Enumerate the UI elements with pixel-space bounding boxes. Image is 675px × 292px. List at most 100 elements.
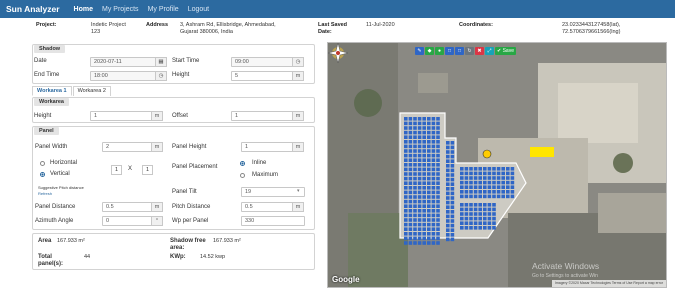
solar-panel bbox=[431, 126, 436, 130]
vertical-radio[interactable] bbox=[40, 172, 45, 177]
grid-rows-input[interactable]: 1 bbox=[142, 165, 153, 175]
pitch-distance-input[interactable]: 0.5 bbox=[241, 202, 293, 212]
solar-panel bbox=[427, 241, 431, 245]
solar-panel bbox=[427, 195, 431, 199]
tab-workarea-2[interactable]: Workarea 2 bbox=[72, 86, 111, 96]
solar-panel bbox=[413, 130, 417, 135]
solar-panel bbox=[422, 209, 426, 213]
solar-panel bbox=[483, 180, 487, 185]
solar-panel bbox=[431, 167, 436, 172]
nav-logout[interactable]: Logout bbox=[188, 6, 209, 13]
solar-panel bbox=[446, 182, 450, 186]
solar-panel bbox=[422, 204, 426, 208]
workarea-height-input[interactable]: 1 bbox=[90, 111, 152, 121]
solar-panel bbox=[417, 144, 422, 149]
solar-panel bbox=[427, 117, 431, 121]
refresh-link[interactable]: Refresh bbox=[38, 191, 52, 196]
solar-panel bbox=[417, 213, 422, 218]
clock-icon[interactable]: ◷ bbox=[292, 57, 304, 67]
edit-icon[interactable]: ✎ bbox=[415, 47, 424, 55]
solar-panel bbox=[431, 130, 436, 135]
panel-distance-input[interactable]: 0.5 bbox=[102, 202, 152, 212]
date-input[interactable]: 2020-07-11 bbox=[90, 57, 156, 67]
expand-icon[interactable]: ⤢ bbox=[485, 47, 494, 55]
nav-my-profile[interactable]: My Profile bbox=[148, 6, 179, 13]
solar-panel bbox=[473, 194, 478, 199]
inline-radio[interactable] bbox=[240, 161, 245, 166]
maximum-radio[interactable] bbox=[240, 173, 245, 178]
solar-panel bbox=[431, 158, 436, 162]
satellite-map[interactable]: ✎ ◆ ● □ □ ↻ ✖ ⤢ ✔ Save Google Imagery ©2… bbox=[327, 42, 667, 288]
solar-panel bbox=[446, 205, 450, 209]
solar-panel bbox=[487, 171, 492, 176]
solar-panel bbox=[417, 176, 422, 181]
azimuth-input[interactable]: 0 bbox=[102, 216, 152, 226]
solar-panel bbox=[404, 167, 408, 172]
solar-panel bbox=[404, 195, 408, 199]
offset-label: Offset bbox=[172, 113, 188, 119]
refresh-icon[interactable]: ↻ bbox=[465, 47, 474, 55]
solar-panel bbox=[446, 164, 450, 168]
panel-height-input[interactable]: 1 bbox=[241, 142, 293, 152]
area-label: Area bbox=[38, 238, 52, 244]
panel-width-input[interactable]: 2 bbox=[102, 142, 152, 152]
solar-panel bbox=[483, 207, 487, 212]
solar-panel bbox=[404, 186, 408, 190]
last-saved-value: 11-Jul-2020 bbox=[366, 22, 395, 28]
solar-panel bbox=[496, 167, 501, 171]
nav-my-projects[interactable]: My Projects bbox=[102, 6, 139, 13]
solar-panel bbox=[464, 190, 469, 194]
solar-panel bbox=[436, 167, 440, 172]
solar-panel bbox=[436, 190, 440, 195]
solar-panel bbox=[427, 232, 431, 236]
shadow-height-input[interactable]: 5 bbox=[231, 71, 293, 81]
solar-panel bbox=[436, 153, 440, 158]
end-time-input[interactable]: 18:00 bbox=[90, 71, 156, 81]
solar-panel bbox=[404, 126, 408, 130]
compass-icon[interactable] bbox=[328, 43, 348, 63]
horizontal-radio[interactable] bbox=[40, 161, 45, 166]
square-icon[interactable]: □ bbox=[455, 47, 464, 55]
map-attribution[interactable]: Imagery ©2020 Maxar Technologies Terms o… bbox=[551, 280, 666, 287]
solar-panel bbox=[469, 190, 473, 194]
offset-input[interactable]: 1 bbox=[231, 111, 293, 121]
dropper-icon[interactable]: ● bbox=[435, 47, 444, 55]
fill-icon[interactable]: ◆ bbox=[425, 47, 434, 55]
solar-panel bbox=[469, 207, 473, 212]
grid-cols-input[interactable]: 1 bbox=[111, 165, 122, 175]
delete-icon[interactable]: ✖ bbox=[475, 47, 484, 55]
solar-panel bbox=[510, 180, 515, 185]
nav-home[interactable]: Home bbox=[74, 6, 93, 13]
solar-panel bbox=[492, 180, 496, 185]
solar-panel bbox=[469, 194, 473, 199]
solar-panel bbox=[450, 223, 455, 228]
solar-panel bbox=[427, 213, 431, 218]
save-button[interactable]: ✔ Save bbox=[495, 47, 516, 55]
panel-distance-unit: m bbox=[151, 202, 163, 212]
solar-panel bbox=[483, 185, 487, 189]
solar-panel bbox=[446, 145, 450, 150]
inline-label: Inline bbox=[252, 160, 267, 166]
square-icon[interactable]: □ bbox=[445, 47, 454, 55]
solar-panel bbox=[427, 140, 431, 144]
clock-icon[interactable]: ◷ bbox=[155, 71, 167, 81]
tilt-select[interactable]: 19 bbox=[241, 187, 305, 197]
start-time-input[interactable]: 09:00 bbox=[231, 57, 293, 67]
solar-panel bbox=[464, 207, 469, 212]
chevron-down-icon[interactable]: ▾ bbox=[297, 188, 300, 194]
solar-panel bbox=[492, 212, 496, 216]
calendar-icon[interactable]: ▦ bbox=[155, 57, 167, 67]
solar-panel bbox=[431, 153, 436, 158]
solar-panel bbox=[413, 181, 417, 185]
brand-logo[interactable]: Sun Analyzer bbox=[6, 4, 60, 14]
solar-panel bbox=[431, 227, 436, 231]
solar-panel bbox=[408, 172, 413, 176]
solar-panel bbox=[483, 226, 487, 230]
solar-panel bbox=[510, 176, 515, 180]
solar-panel bbox=[464, 226, 469, 230]
solar-panel bbox=[417, 241, 422, 245]
solar-panel bbox=[417, 199, 422, 204]
horizontal-label: Horizontal bbox=[50, 160, 78, 166]
tab-workarea-1[interactable]: Workarea 1 bbox=[32, 86, 72, 96]
wp-per-panel-input[interactable]: 330 bbox=[241, 216, 305, 226]
